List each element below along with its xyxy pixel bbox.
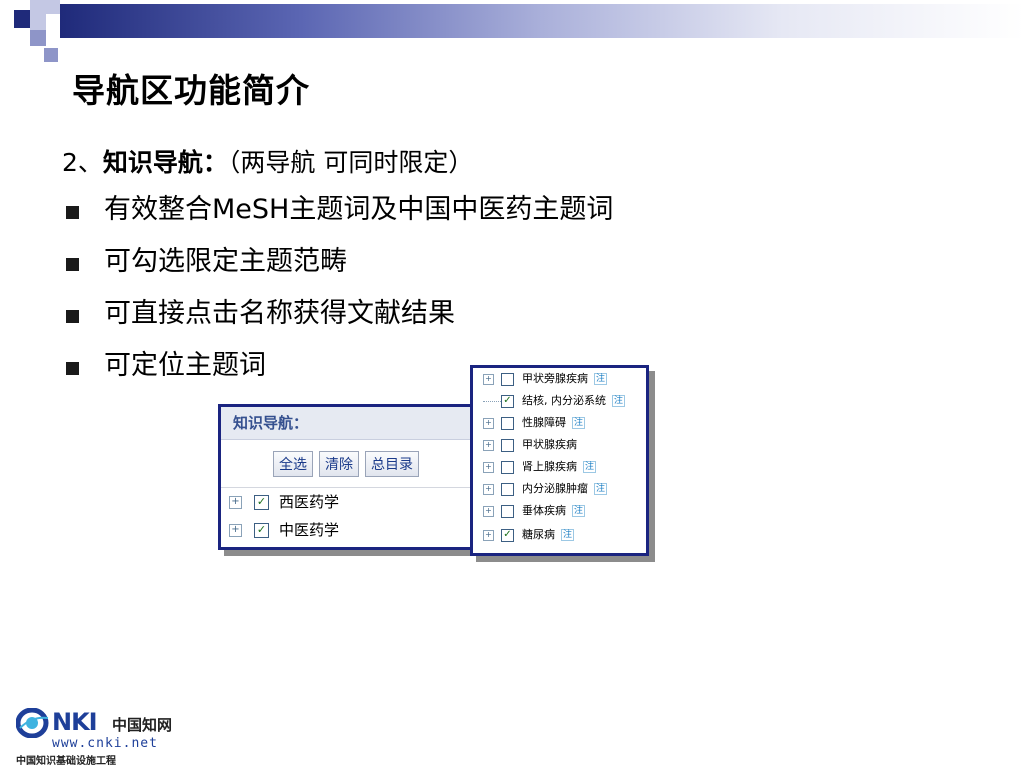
bullet-item: 有效整合MeSH主题词及中国中医药主题词 bbox=[66, 192, 613, 244]
nav-panel-header: 知识导航： bbox=[221, 407, 483, 440]
tree-item[interactable]: + 内分泌腺肿瘤注 bbox=[483, 480, 608, 498]
expand-plus-icon[interactable]: + bbox=[483, 373, 494, 385]
bullet-square-icon bbox=[66, 206, 79, 219]
tree-item-label[interactable]: 糖尿病 bbox=[522, 528, 555, 541]
main-catalog-button[interactable]: 总目录 bbox=[365, 451, 419, 477]
checkbox-checked[interactable]: ✓ bbox=[501, 528, 514, 542]
section-subhead: 2、知识导航：（两导航 可同时限定） bbox=[62, 143, 473, 179]
checkbox-checked[interactable]: ✓ bbox=[254, 495, 269, 510]
note-icon[interactable]: 注 bbox=[561, 529, 575, 541]
bullet-item: 可勾选限定主题范畴 bbox=[66, 244, 613, 296]
bullet-text: 可直接点击名称获得文献结果 bbox=[104, 298, 455, 329]
note-icon[interactable]: 注 bbox=[612, 395, 626, 407]
logo-subtitle: 中国知识基础设施工程 bbox=[16, 756, 116, 767]
cnki-globe-icon bbox=[16, 708, 49, 738]
checkbox[interactable] bbox=[501, 438, 514, 452]
checkbox[interactable] bbox=[501, 372, 514, 386]
subhead-note: （两导航 可同时限定） bbox=[227, 148, 474, 177]
nav-item-label[interactable]: 西医药学 bbox=[279, 493, 339, 511]
checkbox[interactable] bbox=[501, 482, 514, 496]
bullet-text: 可勾选限定主题范畴 bbox=[104, 246, 347, 277]
logo-brand: NKI bbox=[52, 708, 98, 736]
expand-plus-icon[interactable]: + bbox=[483, 483, 494, 495]
clear-button[interactable]: 清除 bbox=[319, 451, 359, 477]
bullet-square-icon bbox=[66, 362, 79, 375]
tree-item-label[interactable]: 内分泌腺肿瘤 bbox=[522, 482, 588, 495]
checkbox[interactable] bbox=[501, 416, 514, 430]
decor-square-mid bbox=[30, 30, 46, 46]
tree-item[interactable]: ✓ 结核, 内分泌系统注 bbox=[483, 392, 626, 410]
cnki-logo: NKI 中国知网 www.cnki.net 中国知识基础设施工程 bbox=[16, 706, 176, 767]
checkbox-checked[interactable]: ✓ bbox=[501, 394, 514, 408]
expand-plus-icon[interactable]: + bbox=[229, 496, 242, 509]
nav-item-label[interactable]: 中医药学 bbox=[279, 521, 339, 539]
tree-item-label[interactable]: 甲状腺疾病 bbox=[522, 438, 577, 451]
expand-plus-icon[interactable]: + bbox=[229, 524, 242, 537]
logo-cn-name: 中国知网 bbox=[112, 716, 173, 734]
note-icon[interactable]: 注 bbox=[594, 483, 608, 495]
select-all-button[interactable]: 全选 bbox=[273, 451, 313, 477]
divider bbox=[221, 487, 483, 488]
nav-button-group: 全选 清除 总目录 bbox=[273, 451, 425, 477]
note-icon[interactable]: 注 bbox=[583, 461, 597, 473]
checkbox[interactable] bbox=[501, 504, 514, 518]
tree-item-label[interactable]: 甲状旁腺疾病 bbox=[522, 372, 588, 385]
tree-item[interactable]: + 性腺障碍注 bbox=[483, 414, 586, 432]
slide-title: 导航区功能简介 bbox=[72, 71, 310, 110]
bullet-square-icon bbox=[66, 310, 79, 323]
tree-item-label[interactable]: 肾上腺疾病 bbox=[522, 460, 577, 473]
tree-connector bbox=[483, 400, 501, 402]
knowledge-nav-panel: 知识导航： 全选 清除 总目录 + ✓ 西医药学 + ✓ 中医药学 bbox=[218, 404, 486, 550]
title-gradient-bar bbox=[60, 4, 1024, 38]
tree-item-label[interactable]: 垂体疾病 bbox=[522, 504, 566, 517]
bullet-square-icon bbox=[66, 258, 79, 271]
tree-item[interactable]: + ✓ 糖尿病注 bbox=[483, 526, 575, 544]
tree-item[interactable]: + 垂体疾病注 bbox=[483, 502, 586, 520]
note-icon[interactable]: 注 bbox=[572, 505, 586, 517]
decor-square-mid2 bbox=[44, 48, 58, 62]
bullet-item: 可直接点击名称获得文献结果 bbox=[66, 296, 613, 348]
tree-item-label[interactable]: 性腺障碍 bbox=[522, 416, 566, 429]
expand-plus-icon[interactable]: + bbox=[483, 529, 494, 541]
tree-item[interactable]: + 肾上腺疾病注 bbox=[483, 458, 597, 476]
nav-item-chinese-medicine[interactable]: + ✓ 中医药学 bbox=[229, 519, 339, 541]
note-icon[interactable]: 注 bbox=[594, 373, 608, 385]
nav-item-western-medicine[interactable]: + ✓ 西医药学 bbox=[229, 491, 339, 513]
subject-tree-panel: + 甲状旁腺疾病注 ✓ 结核, 内分泌系统注 + 性腺障碍注 + 甲状腺疾病 + 肾上腺疾… bbox=[470, 365, 649, 556]
note-icon[interactable]: 注 bbox=[572, 417, 586, 429]
tree-item-label[interactable]: 结核, 内分泌系统 bbox=[522, 394, 606, 407]
expand-plus-icon[interactable]: + bbox=[483, 505, 494, 517]
bullet-text: 可定位主题词 bbox=[104, 350, 266, 381]
logo-url: www.cnki.net bbox=[52, 736, 158, 751]
expand-plus-icon[interactable]: + bbox=[483, 439, 494, 451]
expand-plus-icon[interactable]: + bbox=[483, 461, 494, 473]
checkbox-checked[interactable]: ✓ bbox=[254, 523, 269, 538]
subhead-prefix: 2、 bbox=[62, 148, 103, 177]
subhead-bold: 知识导航： bbox=[102, 148, 228, 177]
checkbox[interactable] bbox=[501, 460, 514, 474]
tree-item[interactable]: + 甲状腺疾病 bbox=[483, 436, 577, 454]
bullet-text: 有效整合MeSH主题词及中国中医药主题词 bbox=[104, 194, 614, 225]
decor-square-white bbox=[46, 14, 60, 30]
expand-plus-icon[interactable]: + bbox=[483, 417, 494, 429]
tree-item[interactable]: + 甲状旁腺疾病注 bbox=[483, 370, 608, 388]
